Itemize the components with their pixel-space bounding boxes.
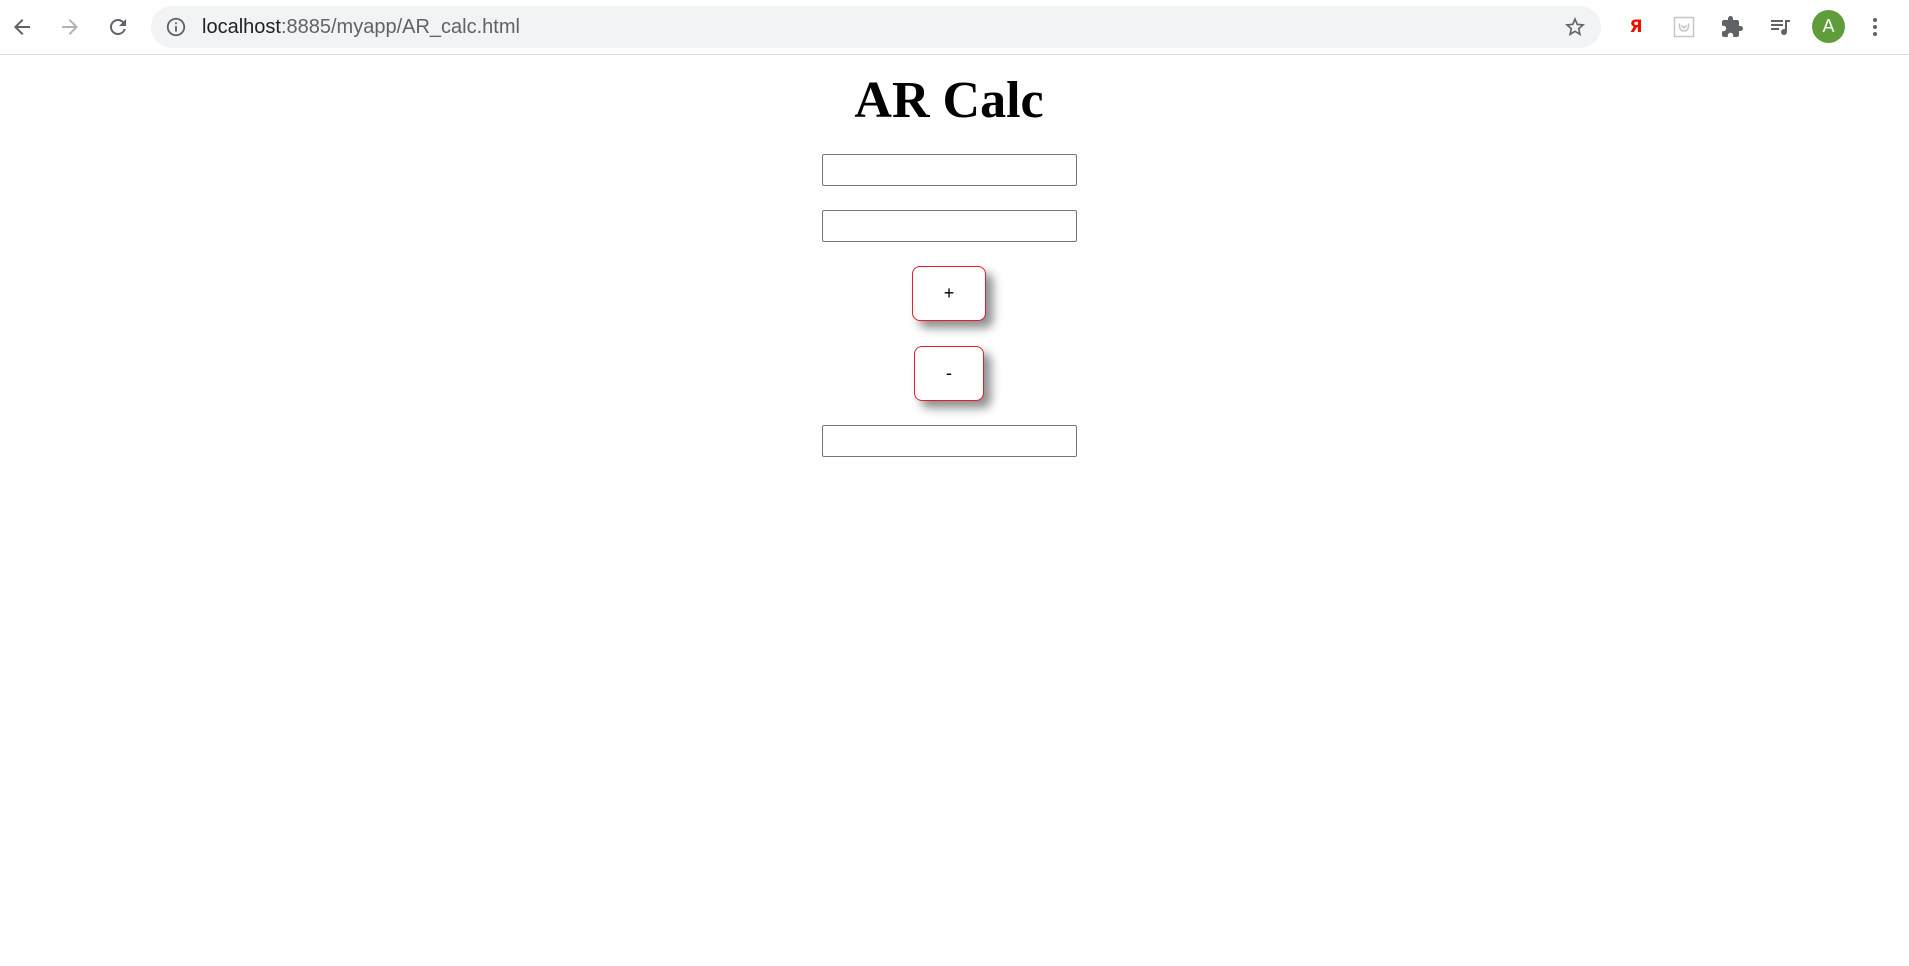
forward-button[interactable]: [52, 9, 88, 45]
media-controls-button[interactable]: [1765, 12, 1795, 42]
back-icon: [14, 19, 30, 35]
info-icon[interactable]: [165, 16, 187, 38]
reload-icon: [110, 19, 126, 35]
subtract-button[interactable]: -: [914, 346, 984, 401]
page-content: AR Calc + -: [0, 55, 1909, 966]
more-icon: [1873, 18, 1877, 36]
browser-menu-button[interactable]: [1860, 12, 1890, 42]
extensions-button[interactable]: [1717, 12, 1747, 42]
pocket-icon: [1673, 16, 1695, 38]
url-host: localhost: [202, 16, 281, 38]
result-output[interactable]: [822, 425, 1077, 457]
url-text[interactable]: localhost:8885/myapp/AR_calc.html: [202, 6, 520, 48]
browser-toolbar: localhost:8885/myapp/AR_calc.html Я A: [0, 0, 1909, 55]
puzzle-icon: [1722, 16, 1743, 37]
address-bar[interactable]: localhost:8885/myapp/AR_calc.html: [151, 6, 1601, 48]
yandex-icon: Я: [1629, 17, 1643, 37]
add-button[interactable]: +: [912, 266, 986, 321]
forward-icon: [62, 19, 78, 35]
second-number-input[interactable]: [822, 210, 1077, 242]
pocket-extension-button[interactable]: [1669, 12, 1699, 42]
profile-avatar[interactable]: A: [1812, 10, 1845, 43]
back-button[interactable]: [4, 9, 40, 45]
first-number-input[interactable]: [822, 154, 1077, 186]
reload-button[interactable]: [100, 9, 136, 45]
url-path: :8885/myapp/AR_calc.html: [280, 16, 520, 38]
yandex-extension-button[interactable]: Я: [1621, 12, 1651, 42]
page-title: AR Calc: [854, 72, 1044, 129]
playlist-icon: [1771, 20, 1790, 36]
star-icon[interactable]: [1563, 15, 1587, 39]
